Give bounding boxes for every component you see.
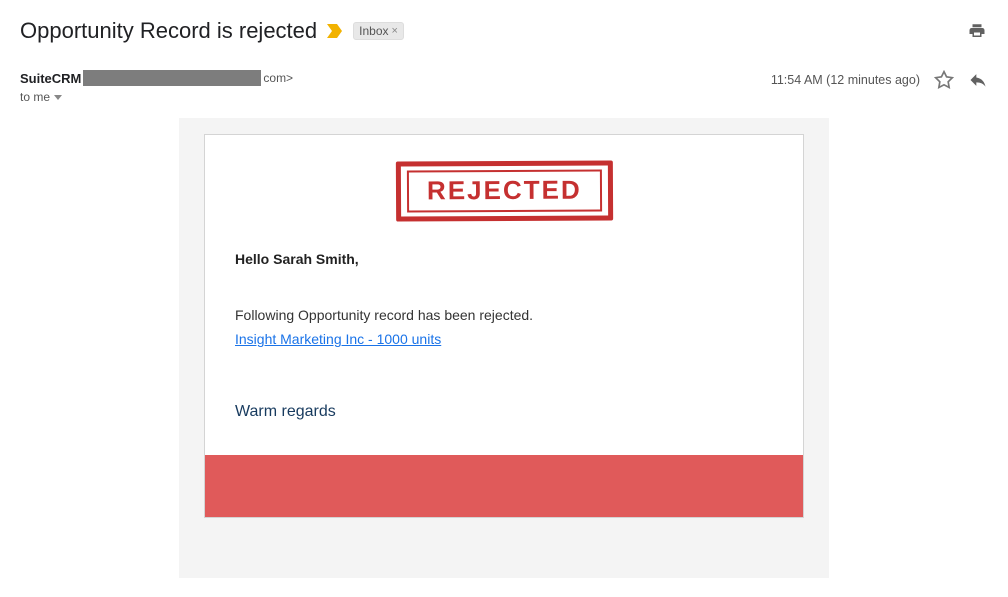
email-footer-bar	[205, 455, 803, 517]
importance-flag-icon	[327, 24, 343, 38]
greeting-text: Hello Sarah Smith,	[235, 251, 773, 267]
body-message-text: Following Opportunity record has been re…	[235, 307, 773, 323]
inbox-label[interactable]: Inbox ×	[353, 22, 404, 40]
print-icon[interactable]	[968, 22, 988, 40]
sender-email-tail: com>	[263, 71, 293, 85]
sender-redacted	[83, 70, 261, 86]
inbox-label-text: Inbox	[359, 24, 388, 38]
signoff-text: Warm regards	[235, 403, 773, 421]
email-subject: Opportunity Record is rejected	[20, 18, 317, 44]
reply-icon[interactable]	[968, 70, 988, 90]
email-body-background: REJECTED Hello Sarah Smith, Following Op…	[179, 118, 829, 578]
timestamp: 11:54 AM (12 minutes ago)	[771, 73, 920, 87]
inbox-label-close-icon[interactable]: ×	[392, 25, 398, 37]
opportunity-record-link[interactable]: Insight Marketing Inc - 1000 units	[235, 331, 441, 347]
star-icon[interactable]	[934, 70, 954, 90]
recipient-dropdown[interactable]: to me	[20, 90, 293, 104]
chevron-down-icon	[54, 95, 62, 100]
sender-name: SuiteCRM	[20, 71, 81, 86]
rejected-stamp: REJECTED	[395, 160, 612, 221]
recipient-text: to me	[20, 90, 50, 104]
stamp-text: REJECTED	[427, 175, 582, 207]
email-body-card: REJECTED Hello Sarah Smith, Following Op…	[204, 134, 804, 518]
